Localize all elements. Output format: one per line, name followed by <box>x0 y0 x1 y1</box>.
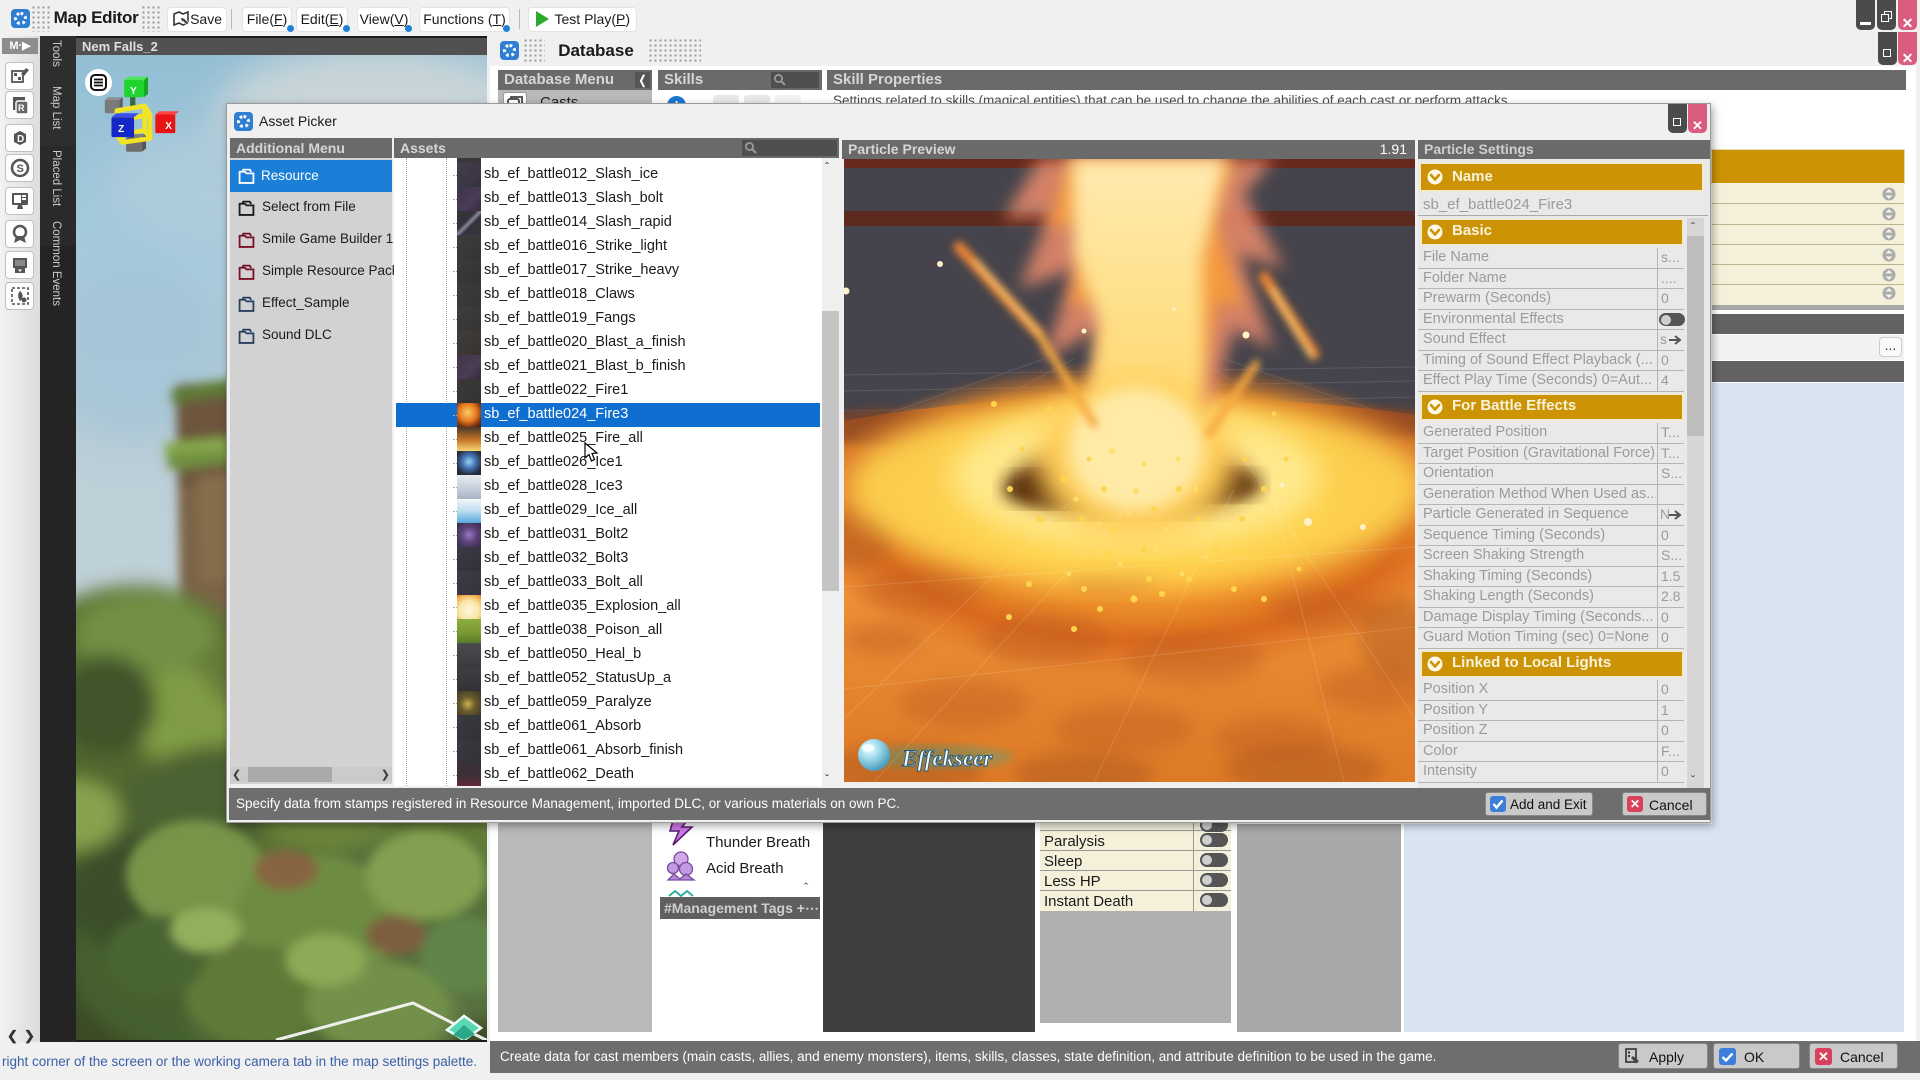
svg-text:D: D <box>17 134 24 145</box>
svg-text:S: S <box>16 163 23 175</box>
svg-text:X: X <box>165 121 172 132</box>
svg-text:Effekseer: Effekseer <box>901 746 993 771</box>
svg-text:R: R <box>18 103 25 113</box>
svg-text:Z: Z <box>118 124 124 135</box>
svg-text:Y: Y <box>130 86 137 97</box>
